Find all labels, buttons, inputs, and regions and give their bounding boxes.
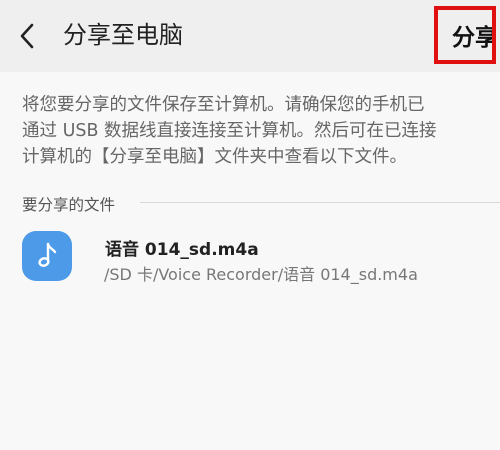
music-note-icon bbox=[22, 231, 72, 281]
instruction-line-2: 通过 USB 数据线直接连接至计算机。然后可在已连接 bbox=[22, 121, 437, 141]
chevron-left-icon bbox=[20, 23, 34, 49]
file-path: /SD 卡/Voice Recorder/语音 014_sd.m4a bbox=[104, 265, 418, 284]
instruction-line-3: 计算机的【分享至电脑】文件夹中查看以下文件。 bbox=[22, 147, 407, 167]
page-title: 分享至电脑 bbox=[63, 21, 183, 49]
file-list-item[interactable]: 语音 014_sd.m4a /SD 卡/Voice Recorder/语音 01… bbox=[0, 222, 500, 298]
app-bar: 分享至电脑 分享 bbox=[0, 0, 500, 72]
section-divider bbox=[140, 202, 500, 203]
share-button[interactable]: 分享 bbox=[434, 6, 496, 64]
file-name: 语音 014_sd.m4a bbox=[105, 240, 259, 260]
instruction-text: 将您要分享的文件保存至计算机。请确保您的手机已 通过 USB 数据线直接连接至计… bbox=[22, 92, 492, 170]
section-header-files: 要分享的文件 bbox=[22, 196, 116, 214]
instruction-line-1: 将您要分享的文件保存至计算机。请确保您的手机已 bbox=[22, 95, 425, 115]
back-button[interactable] bbox=[10, 16, 44, 56]
